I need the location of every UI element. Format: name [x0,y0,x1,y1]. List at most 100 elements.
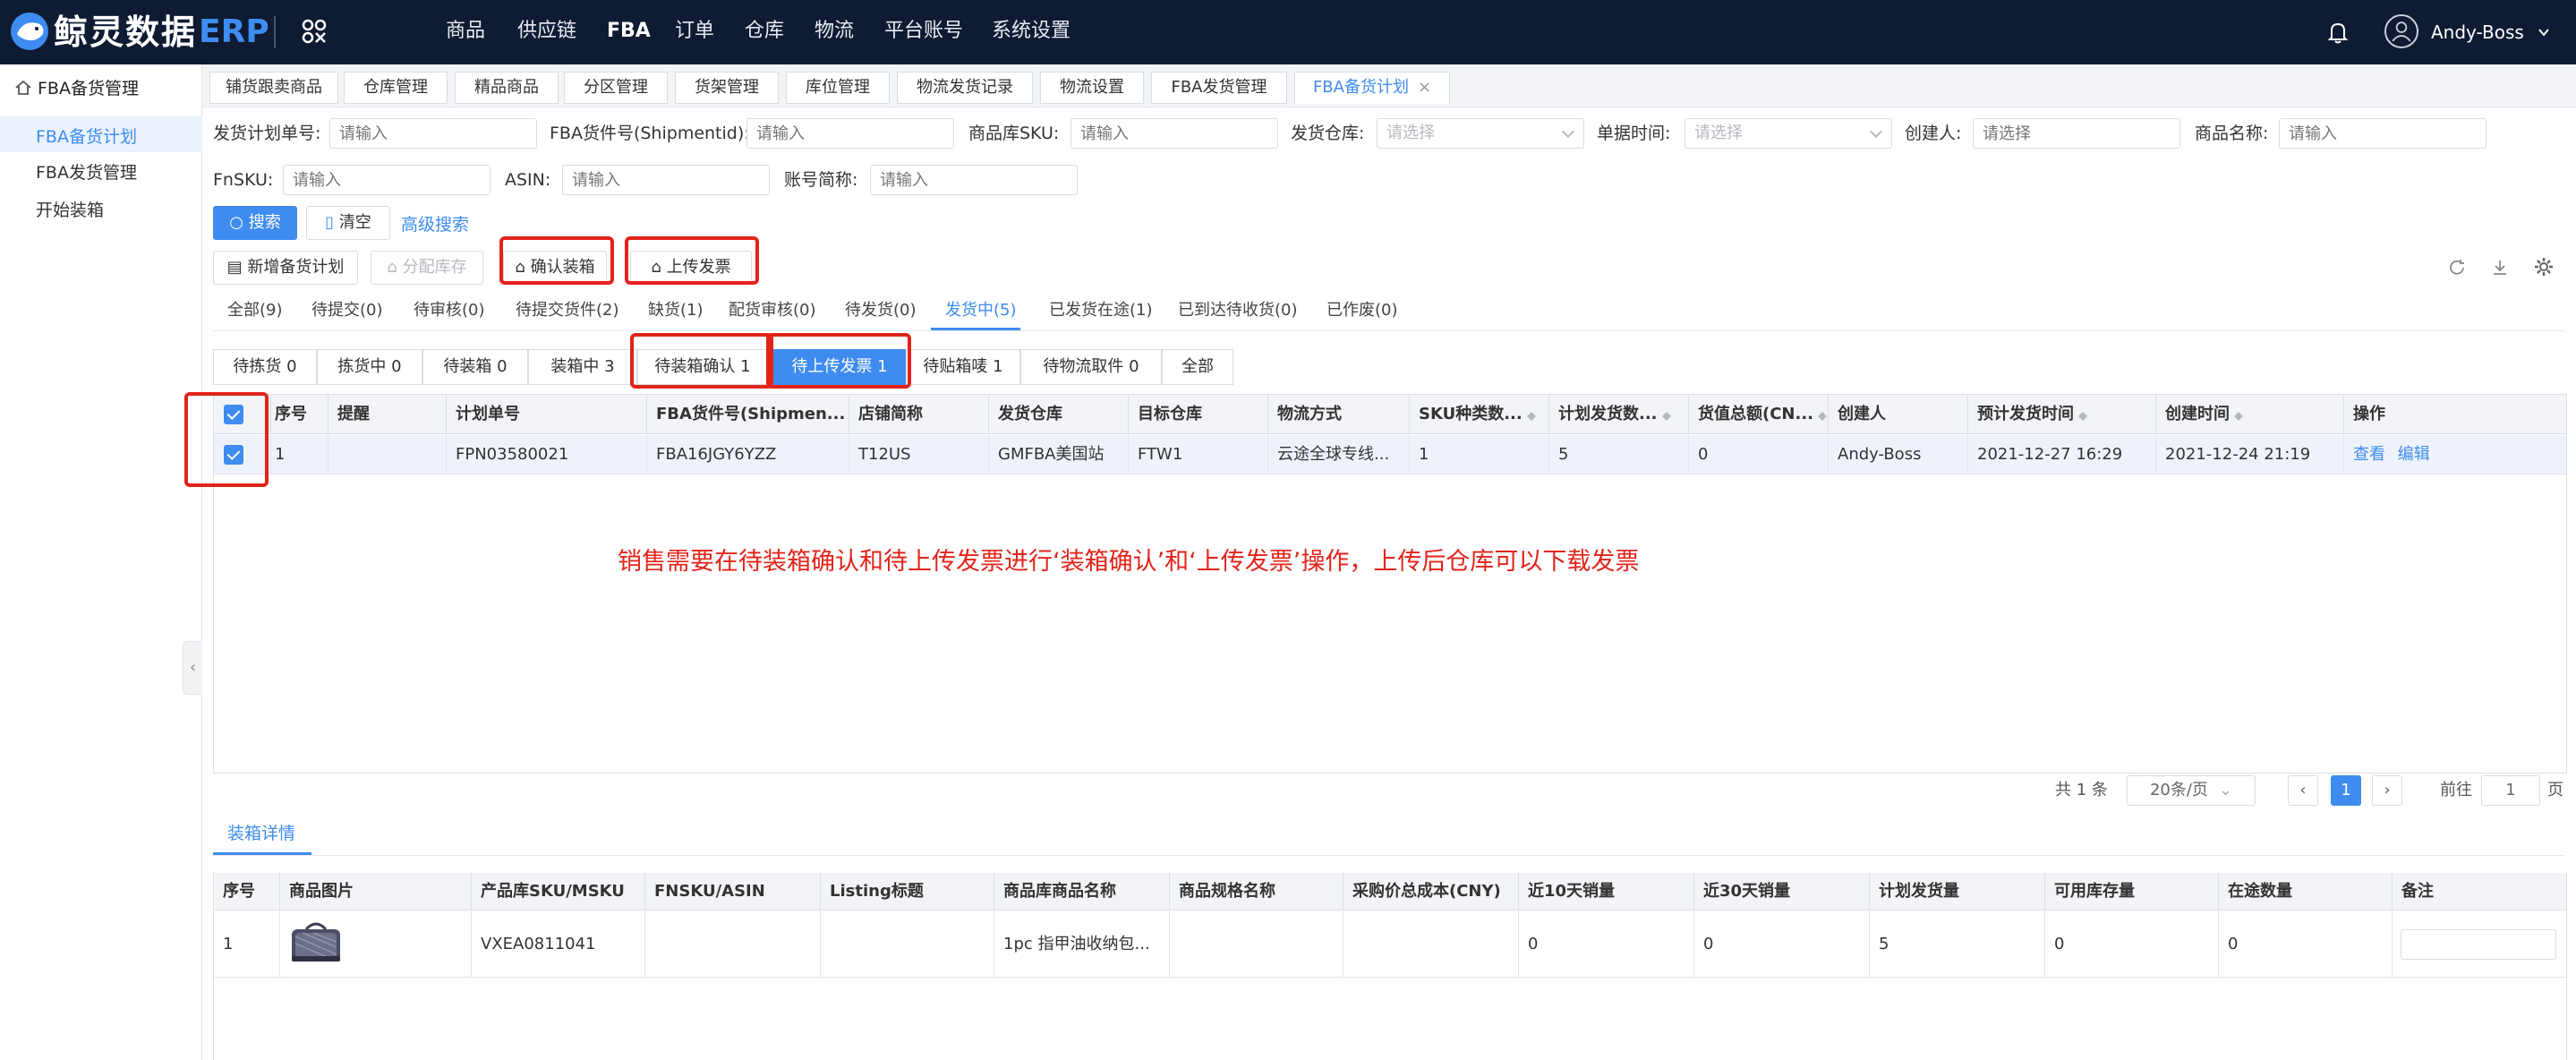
sort-icon[interactable] [1817,407,1828,422]
asin-input[interactable] [562,165,770,195]
status-tab-allocation-review[interactable]: 配货审核(0) [729,297,816,324]
edit-link[interactable]: 编辑 [2398,445,2430,464]
nav-orders[interactable]: 订单 [675,0,714,64]
account-input[interactable] [870,165,1078,195]
close-icon[interactable]: × [1418,78,1431,97]
tab-location-mgmt[interactable]: 库位管理 [786,72,890,104]
nav-system-settings[interactable]: 系统设置 [992,0,1070,64]
date-select-placeholder: 请选择 [1694,124,1743,142]
subtab-picking[interactable]: 拣货中 0 [317,349,422,385]
tab-packing-detail[interactable]: 装箱详情 [227,820,295,844]
table-header-created[interactable]: 创建时间 [2156,395,2344,434]
detail-cell-sku: VXEA0811041 [472,911,645,978]
sort-icon[interactable] [2077,407,2088,422]
status-tab-voided[interactable]: 已作废(0) [1326,297,1398,324]
search-button[interactable]: ○ 搜索 [213,206,297,240]
warehouse-select[interactable]: 请选择 [1377,118,1584,149]
clear-button[interactable]: ▯ 清空 [306,206,390,240]
status-tab-to-review[interactable]: 待审核(0) [414,297,485,324]
sidebar-item-start-packing[interactable]: 开始装箱 [36,197,104,220]
tab-fba-plan[interactable]: FBA备货计划 × [1294,72,1450,104]
status-tab-to-ship[interactable]: 待发货(0) [845,297,917,324]
nav-supply-chain[interactable]: 供应链 [517,0,576,64]
page-number-current[interactable]: 1 [2331,775,2361,806]
collapse-sidebar-button[interactable]: ‹ [183,641,202,695]
remark-input[interactable] [2401,929,2556,960]
product-name-input[interactable] [2279,118,2486,149]
confirm-packing-button[interactable]: ⌂ 确认装箱 [503,251,607,285]
table-header-warehouse: 发货仓库 [989,395,1129,434]
tab-shelf-mgmt[interactable]: 货架管理 [675,72,779,104]
status-tab-all[interactable]: 全部(9) [227,297,283,324]
tab-listing-products[interactable]: 铺货跟卖商品 [209,72,338,104]
subtab-labeling[interactable]: 待贴箱唛 1 [906,349,1020,385]
avatar[interactable] [2384,14,2418,48]
table-header-actions: 操作 [2344,395,2566,434]
nav-platform-accounts[interactable]: 平台账号 [884,0,963,64]
nav-warehouse[interactable]: 仓库 [745,0,784,64]
prev-page-button[interactable]: ‹ [2288,775,2318,806]
subtab-all[interactable]: 全部 [1162,349,1233,385]
advanced-search-link[interactable]: 高级搜索 [401,211,469,235]
status-tab-shipping[interactable]: 发货中(5) [945,297,1017,324]
bell-icon[interactable] [2327,20,2349,45]
new-plan-button[interactable]: ▤ 新增备货计划 [213,251,358,285]
sidebar-title[interactable]: FBA备货管理 [38,75,139,99]
upload-invoice-label: 上传发票 [666,258,731,277]
sidebar-item-fba-plan[interactable]: FBA备货计划 [36,124,137,147]
tab-warehouse-mgmt[interactable]: 仓库管理 [344,72,448,104]
tab-fba-shipping[interactable]: FBA发货管理 [1151,72,1287,104]
detail-header-no: 序号 [214,873,280,910]
tab-zone-mgmt[interactable]: 分区管理 [564,72,668,104]
subtab-packing[interactable]: 装箱中 3 [528,349,637,385]
page-size-select[interactable]: 20条/页 ⌄ [2127,775,2256,806]
table-header-eta[interactable]: 预计发货时间 [1968,395,2156,434]
table-header-value[interactable]: 货值总额(CN... [1689,395,1829,434]
chevron-down-icon[interactable] [2538,27,2549,38]
product-thumbnail[interactable] [288,917,344,969]
tab-premium-products[interactable]: 精品商品 [455,72,559,104]
sort-icon[interactable] [1526,407,1537,422]
status-tab-to-submit[interactable]: 待提交(0) [311,297,383,324]
row-checkbox[interactable] [224,445,243,465]
nav-fba[interactable]: FBA [607,0,651,64]
apps-icon[interactable] [301,18,328,45]
view-link[interactable]: 查看 [2353,445,2385,464]
subtab-pack-confirm[interactable]: 待装箱确认 1 [637,349,768,385]
fnsku-input[interactable] [283,165,490,195]
subtab-to-pick[interactable]: 待拣货 0 [213,349,317,385]
subtab-upload-invoice[interactable]: 待上传发票 1 [773,349,906,385]
sidebar-item-fba-shipping[interactable]: FBA发货管理 [36,159,137,183]
sku-input[interactable] [1070,118,1278,149]
gear-icon[interactable] [2533,256,2555,278]
detail-header-image: 商品图片 [280,873,472,910]
subtab-pickup[interactable]: 待物流取件 0 [1020,349,1162,385]
creator-input[interactable] [1973,118,2180,149]
refresh-icon[interactable] [2447,258,2467,278]
download-icon[interactable] [2490,258,2510,278]
subtab-to-pack[interactable]: 待装箱 0 [422,349,528,385]
select-all-checkbox[interactable] [224,405,243,424]
tab-shipping-records[interactable]: 物流发货记录 [897,72,1033,104]
date-select[interactable]: 请选择 [1685,118,1892,149]
table-header-plan-qty[interactable]: 计划发货数... [1549,395,1689,434]
table-header-sku-types[interactable]: SKU种类数... [1410,395,1549,434]
status-tab-arrived[interactable]: 已到达待收货(0) [1178,297,1298,324]
shipment-id-input[interactable] [746,118,954,149]
tab-logistics-settings[interactable]: 物流设置 [1040,72,1144,104]
sort-icon[interactable] [2233,407,2244,422]
detail-cell-sales30: 0 [1694,911,1870,978]
status-tab-in-transit[interactable]: 已发货在途(1) [1049,297,1153,324]
nav-logistics[interactable]: 物流 [815,0,854,64]
upload-invoice-button[interactable]: ⌂ 上传发票 [630,251,752,285]
sort-icon[interactable] [1661,407,1672,422]
goto-page-input[interactable]: 1 [2481,775,2540,806]
status-tab-out-of-stock[interactable]: 缺货(1) [648,297,704,324]
plan-no-input[interactable] [329,118,537,149]
next-page-button[interactable]: › [2372,775,2402,806]
user-name[interactable]: Andy-Boss [2431,0,2524,64]
table-header-shop: 店铺简称 [849,395,989,434]
nav-products[interactable]: 商品 [446,0,485,64]
status-tab-to-submit-shipment[interactable]: 待提交货件(2) [516,297,619,324]
allocate-stock-button[interactable]: ⌂ 分配库存 [371,251,483,285]
